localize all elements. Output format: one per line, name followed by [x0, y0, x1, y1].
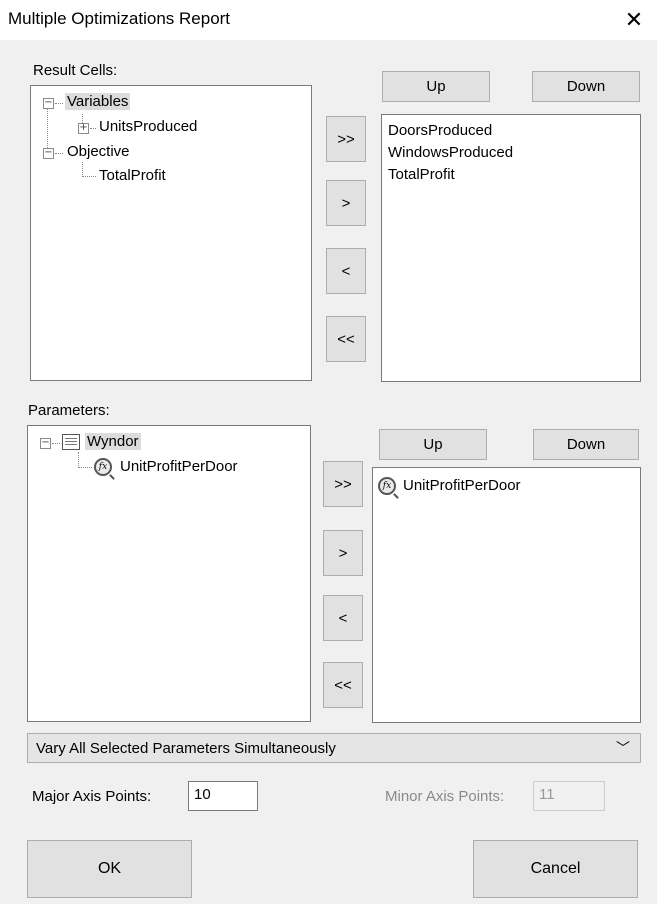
list-item[interactable]: UnitProfitPerDoor — [403, 477, 521, 494]
collapse-icon[interactable]: − — [43, 148, 54, 159]
tree-connector — [90, 128, 96, 129]
tree-connector — [55, 103, 63, 104]
minor-axis-label: Minor Axis Points: — [385, 788, 505, 805]
parameters-label: Parameters: — [28, 402, 110, 419]
param-down-button[interactable]: Down — [533, 429, 639, 460]
result-cells-tree[interactable]: − Variables + UnitsProduced − Objective … — [30, 85, 312, 381]
tree-connector — [82, 162, 83, 177]
major-axis-label: Major Axis Points: — [32, 788, 152, 805]
tree-connector — [82, 176, 96, 177]
collapse-icon[interactable]: − — [40, 438, 51, 449]
tree-connector — [55, 153, 63, 154]
param-move-right-button[interactable]: > — [323, 530, 363, 576]
param-selected-list[interactable]: fx UnitProfitPerDoor — [372, 467, 641, 723]
title-bar: Multiple Optimizations Report ✕ — [0, 0, 657, 40]
param-up-button[interactable]: Up — [379, 429, 487, 460]
list-item[interactable]: DoorsProduced — [388, 122, 492, 139]
param-move-left-button[interactable]: < — [323, 595, 363, 641]
collapse-icon[interactable]: − — [43, 98, 54, 109]
move-right-button[interactable]: > — [326, 180, 366, 226]
major-axis-input[interactable]: 10 — [188, 781, 258, 811]
move-left-button[interactable]: < — [326, 248, 366, 294]
tree-node-label: Wyndor — [85, 433, 141, 450]
window-title: Multiple Optimizations Report — [8, 9, 231, 28]
result-cells-label: Result Cells: — [33, 62, 118, 79]
tree-node-units-produced[interactable]: UnitsProduced — [99, 118, 197, 135]
result-up-button[interactable]: Up — [382, 71, 490, 102]
tree-connector — [78, 467, 92, 468]
list-item[interactable]: TotalProfit — [388, 166, 455, 183]
move-all-left-button[interactable]: << — [326, 316, 366, 362]
close-icon[interactable]: ✕ — [611, 0, 657, 40]
parameters-tree[interactable]: − Wyndor fx UnitProfitPerDoor — [27, 425, 311, 722]
move-all-right-button[interactable]: >> — [326, 116, 366, 162]
tree-node-unit-profit-per-door[interactable]: UnitProfitPerDoor — [120, 458, 238, 475]
minor-axis-input[interactable]: 11 — [533, 781, 605, 811]
result-down-button[interactable]: Down — [532, 71, 640, 102]
workbook-icon — [62, 434, 80, 450]
function-icon: fx — [94, 458, 112, 476]
result-selected-list[interactable]: DoorsProduced WindowsProduced TotalProfi… — [381, 114, 641, 382]
param-move-all-left-button[interactable]: << — [323, 662, 363, 708]
tree-connector — [52, 443, 60, 444]
tree-node-label: Variables — [65, 93, 131, 110]
expand-icon[interactable]: + — [78, 123, 89, 134]
tree-connector — [78, 452, 79, 468]
vary-mode-select[interactable]: Vary All Selected Parameters Simultaneou… — [27, 733, 641, 763]
param-move-all-right-button[interactable]: >> — [323, 461, 363, 507]
list-item[interactable]: WindowsProduced — [388, 144, 513, 161]
ok-button[interactable]: OK — [27, 840, 192, 898]
cancel-button[interactable]: Cancel — [473, 840, 638, 898]
tree-node-wyndor[interactable]: Wyndor — [85, 433, 141, 450]
tree-node-objective[interactable]: Objective — [67, 143, 130, 160]
function-icon: fx — [378, 477, 396, 495]
chevron-down-icon: ﹀ — [616, 740, 630, 756]
tree-node-total-profit[interactable]: TotalProfit — [99, 167, 166, 184]
tree-node-variables[interactable]: Variables — [65, 93, 131, 110]
vary-mode-value: Vary All Selected Parameters Simultaneou… — [36, 740, 336, 757]
